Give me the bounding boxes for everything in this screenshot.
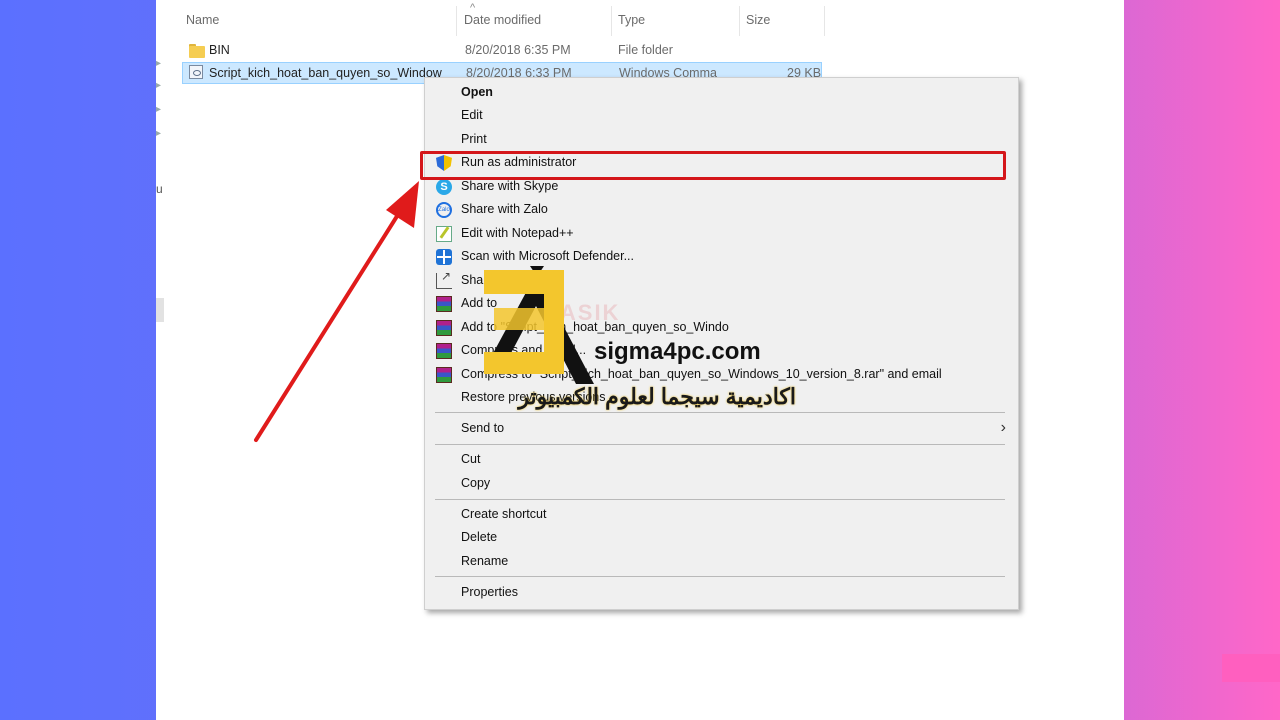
watermark-arabic: اكاديمية سيجما لعلوم الكمبيوتر [518,384,796,409]
sigma-logo-icon [484,266,594,384]
watermark-site: sigma4pc.com [594,338,761,365]
